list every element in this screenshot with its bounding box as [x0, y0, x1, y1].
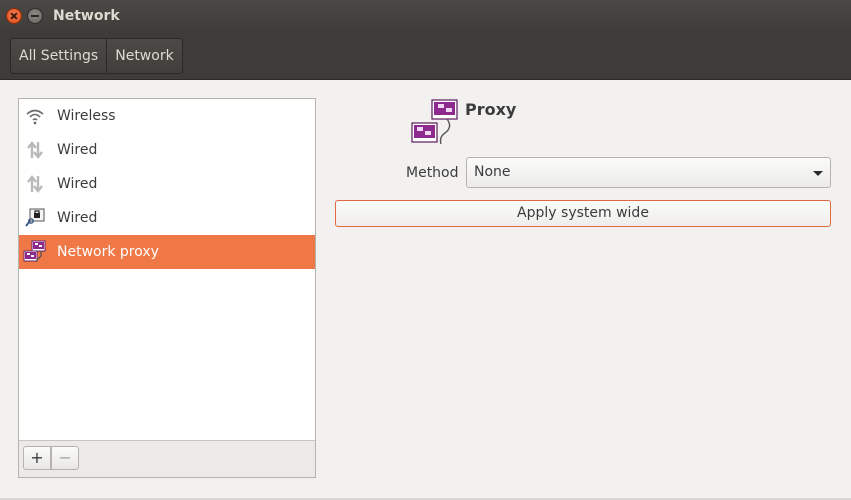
- network-proxy-icon: [23, 240, 47, 264]
- sidebar-item-label: Wired: [57, 142, 98, 158]
- breadcrumb-all-settings[interactable]: All Settings: [11, 39, 106, 73]
- breadcrumb-network[interactable]: Network: [106, 39, 181, 73]
- window-title: Network: [53, 8, 120, 24]
- sidebar-item-wireless[interactable]: Wireless: [19, 99, 315, 133]
- sidebar-item-label: Wired: [57, 210, 98, 226]
- wireless-icon: [23, 104, 47, 128]
- title-bar: Network: [0, 0, 851, 33]
- breadcrumb: All Settings Network: [10, 38, 183, 74]
- sidebar-item-label: Network proxy: [57, 244, 159, 260]
- method-label: Method: [406, 165, 459, 181]
- connection-list: Wireless Wired Wired Wired Network proxy: [19, 99, 315, 269]
- close-window-button[interactable]: [6, 8, 22, 24]
- apply-system-wide-button[interactable]: Apply system wide: [335, 200, 831, 227]
- chevron-down-icon: [813, 171, 823, 176]
- add-connection-button[interactable]: +: [23, 446, 51, 470]
- sidebar-item-label: Wired: [57, 176, 98, 192]
- sidebar-item-label: Wireless: [57, 108, 116, 124]
- network-proxy-icon: [411, 99, 459, 145]
- toolbar: All Settings Network: [0, 33, 851, 80]
- sidebar-item-wired[interactable]: Wired: [19, 167, 315, 201]
- sidebar-item-wired-vpn[interactable]: Wired: [19, 201, 315, 235]
- wired-icon: [23, 138, 47, 162]
- wired-vpn-icon: [23, 206, 47, 230]
- proxy-title: Proxy: [465, 100, 517, 119]
- wired-icon: [23, 172, 47, 196]
- list-toolbar: + −: [19, 440, 315, 477]
- sidebar-item-network-proxy[interactable]: Network proxy: [19, 235, 315, 269]
- remove-connection-button[interactable]: −: [51, 446, 79, 470]
- method-selected-value: None: [474, 164, 511, 180]
- sidebar-item-wired[interactable]: Wired: [19, 133, 315, 167]
- method-dropdown[interactable]: None: [466, 157, 831, 188]
- minimize-window-button[interactable]: [27, 8, 43, 24]
- connection-list-panel: Wireless Wired Wired Wired Network proxy…: [18, 98, 316, 478]
